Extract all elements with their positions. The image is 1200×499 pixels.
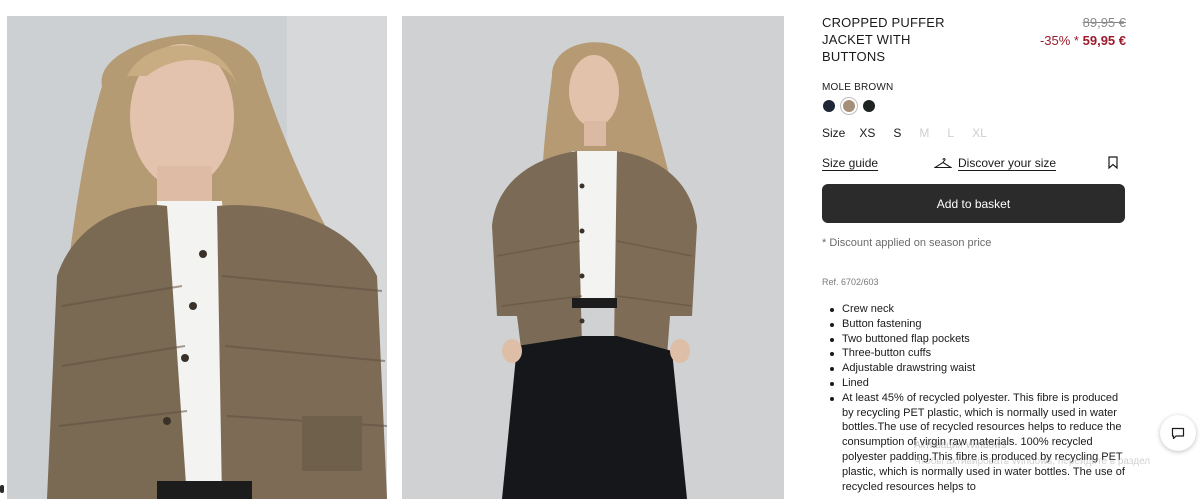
list-item: Two buttoned flap pockets	[822, 332, 1128, 347]
product-reference: Ref. 6702/603	[822, 277, 879, 287]
product-image-closeup[interactable]	[7, 16, 387, 499]
size-option-xl[interactable]: XL	[972, 126, 987, 140]
list-item: Three-button cuffs	[822, 346, 1128, 361]
size-option-m[interactable]: M	[919, 126, 929, 140]
hanger-icon	[934, 157, 952, 169]
list-item: Adjustable drawstring waist	[822, 361, 1128, 376]
size-selector: Size XS S M L XL	[822, 126, 1005, 140]
product-photo-full-illustration	[402, 16, 784, 499]
bookmark-icon[interactable]	[1108, 156, 1118, 172]
product-image-full[interactable]	[402, 16, 784, 499]
size-option-s[interactable]: S	[893, 126, 901, 140]
list-item: Button fastening	[822, 317, 1128, 332]
windows-activation-hint: Чтобы активировать Windows, перейдите в …	[914, 456, 1151, 467]
discount-note: * Discount applied on season price	[822, 237, 992, 249]
list-item: Crew neck	[822, 302, 1128, 317]
discover-size-label: Discover your size	[958, 156, 1057, 170]
sale-price: 59,95 €	[1082, 33, 1126, 48]
product-photo-closeup-illustration	[7, 16, 387, 499]
scroll-indicator	[0, 485, 4, 493]
windows-activation-title: Активация Windows	[914, 440, 1007, 451]
size-option-xs[interactable]: XS	[859, 126, 875, 140]
sale-price-row: -35% * 59,95 €	[1040, 33, 1126, 48]
swatch-navy-icon[interactable]	[823, 100, 835, 112]
size-label: Size	[822, 126, 846, 140]
chat-bubble-icon	[1171, 427, 1185, 439]
swatch-dark-icon[interactable]	[863, 100, 875, 112]
product-title: CROPPED PUFFER JACKET WITH BUTTONS	[822, 15, 945, 64]
discount-percent: -35% *	[1039, 33, 1079, 48]
discover-size-link[interactable]: Discover your size	[934, 156, 1056, 170]
size-guide-link[interactable]: Size guide	[822, 156, 878, 170]
size-option-l[interactable]: L	[947, 126, 954, 140]
colour-name: MOLE BROWN	[822, 82, 894, 93]
colour-swatches	[823, 100, 875, 112]
add-to-basket-button[interactable]: Add to basket	[822, 184, 1125, 223]
swatch-mole-brown-icon[interactable]	[843, 100, 855, 112]
chat-button[interactable]	[1160, 415, 1196, 451]
original-price: 89,95 €	[1082, 15, 1126, 30]
list-item: Lined	[822, 376, 1128, 391]
